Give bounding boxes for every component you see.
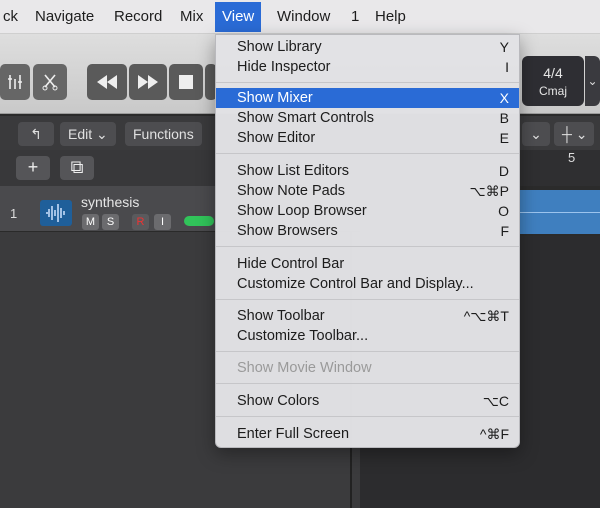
region-waveform [520, 212, 600, 213]
rewind-button[interactable] [87, 64, 127, 100]
menu-item-customize-toolbar[interactable]: Customize Toolbar... [216, 326, 519, 346]
menu-item-show-colors[interactable]: Show Colors ⌥C [216, 391, 519, 411]
key-signature: Cmaj [538, 84, 567, 98]
menu-item-hide-control-bar[interactable]: Hide Control Bar [216, 254, 519, 274]
chevron-down-icon[interactable]: ⌄ [522, 122, 550, 146]
view-menu: Show Library Y Hide Inspector I Show Mixer… [215, 34, 520, 448]
menu-item-customize-control-bar[interactable]: Customize Control Bar and Display... [216, 274, 519, 294]
menu-1[interactable]: 1 [344, 0, 366, 34]
ruler-bar-number: 5 [568, 150, 576, 165]
fast-forward-button[interactable] [129, 64, 167, 100]
menu-record[interactable]: Record [107, 0, 169, 34]
menu-item-show-list-editors[interactable]: Show List Editors D [216, 161, 519, 181]
menu-help[interactable]: Help [368, 0, 413, 34]
menu-item-show-loop-browser[interactable]: Show Loop Browser O [216, 201, 519, 221]
duplicate-track-icon[interactable]: ⧉ [60, 156, 94, 180]
menu-separator [216, 153, 519, 154]
edit-label: Edit [68, 126, 93, 142]
menu-window[interactable]: Window [270, 0, 337, 34]
menu-item-show-movie-window: Show Movie Window [237, 360, 372, 376]
stop-button[interactable] [169, 64, 203, 100]
tuner-icon[interactable] [0, 64, 30, 100]
menu-separator [216, 416, 519, 417]
chevron-down-icon: ⌄ [96, 126, 108, 142]
menu-item-show-editor[interactable]: Show Editor E [216, 128, 519, 148]
input-monitor-button[interactable]: I [154, 214, 171, 230]
mute-button[interactable]: M [82, 214, 99, 230]
menu-item-show-mixer[interactable]: Show Mixer X [216, 88, 519, 108]
lcd-display[interactable]: 4/4 Cmaj [522, 56, 584, 106]
functions-label: Functions [133, 126, 194, 142]
track-name: synthesis [81, 194, 140, 210]
menu-item-enter-full-screen[interactable]: Enter Full Screen ^⌘F [216, 424, 519, 444]
scissors-icon[interactable] [33, 64, 67, 100]
solo-button[interactable]: S [102, 214, 119, 230]
record-enable-button[interactable]: R [132, 214, 149, 230]
menu-separator [216, 351, 519, 352]
menu-view[interactable]: View [215, 2, 262, 32]
add-track-button[interactable]: + [16, 156, 50, 180]
edit-menu-button[interactable]: Edit ⌄ [60, 122, 116, 146]
menu-item-show-browsers[interactable]: Show Browsers F [216, 221, 519, 241]
back-icon[interactable]: ↰ [18, 122, 54, 146]
waveform-icon [40, 200, 72, 226]
menu-item-show-library[interactable]: Show Library Y [216, 37, 519, 57]
volume-slider[interactable] [184, 216, 214, 226]
menu-item-hide-inspector[interactable]: Hide Inspector I [216, 57, 519, 77]
menu-separator [216, 299, 519, 300]
track-number: 1 [10, 206, 18, 221]
menu-separator [216, 246, 519, 247]
menu-item-show-smart-controls[interactable]: Show Smart Controls B [216, 108, 519, 128]
functions-menu-button[interactable]: Functions [125, 122, 202, 146]
menu-separator [216, 82, 519, 83]
menu-item-show-toolbar[interactable]: Show Toolbar ^⌥⌘T [216, 306, 519, 326]
pointer-tool-icon[interactable]: ┼ ⌄ [554, 122, 594, 146]
menu-item-show-note-pads[interactable]: Show Note Pads ⌥⌘P [216, 181, 519, 201]
menu-mix[interactable]: Mix [173, 0, 210, 34]
chevron-down-icon[interactable]: ⌄ [585, 56, 600, 106]
menu-bar: ck Navigate Record Mix View Window 1 Hel… [0, 0, 600, 34]
time-signature: 4/4 [543, 65, 563, 81]
menu-separator [216, 383, 519, 384]
menu-track[interactable]: ck [0, 0, 25, 34]
menu-navigate[interactable]: Navigate [28, 0, 101, 34]
